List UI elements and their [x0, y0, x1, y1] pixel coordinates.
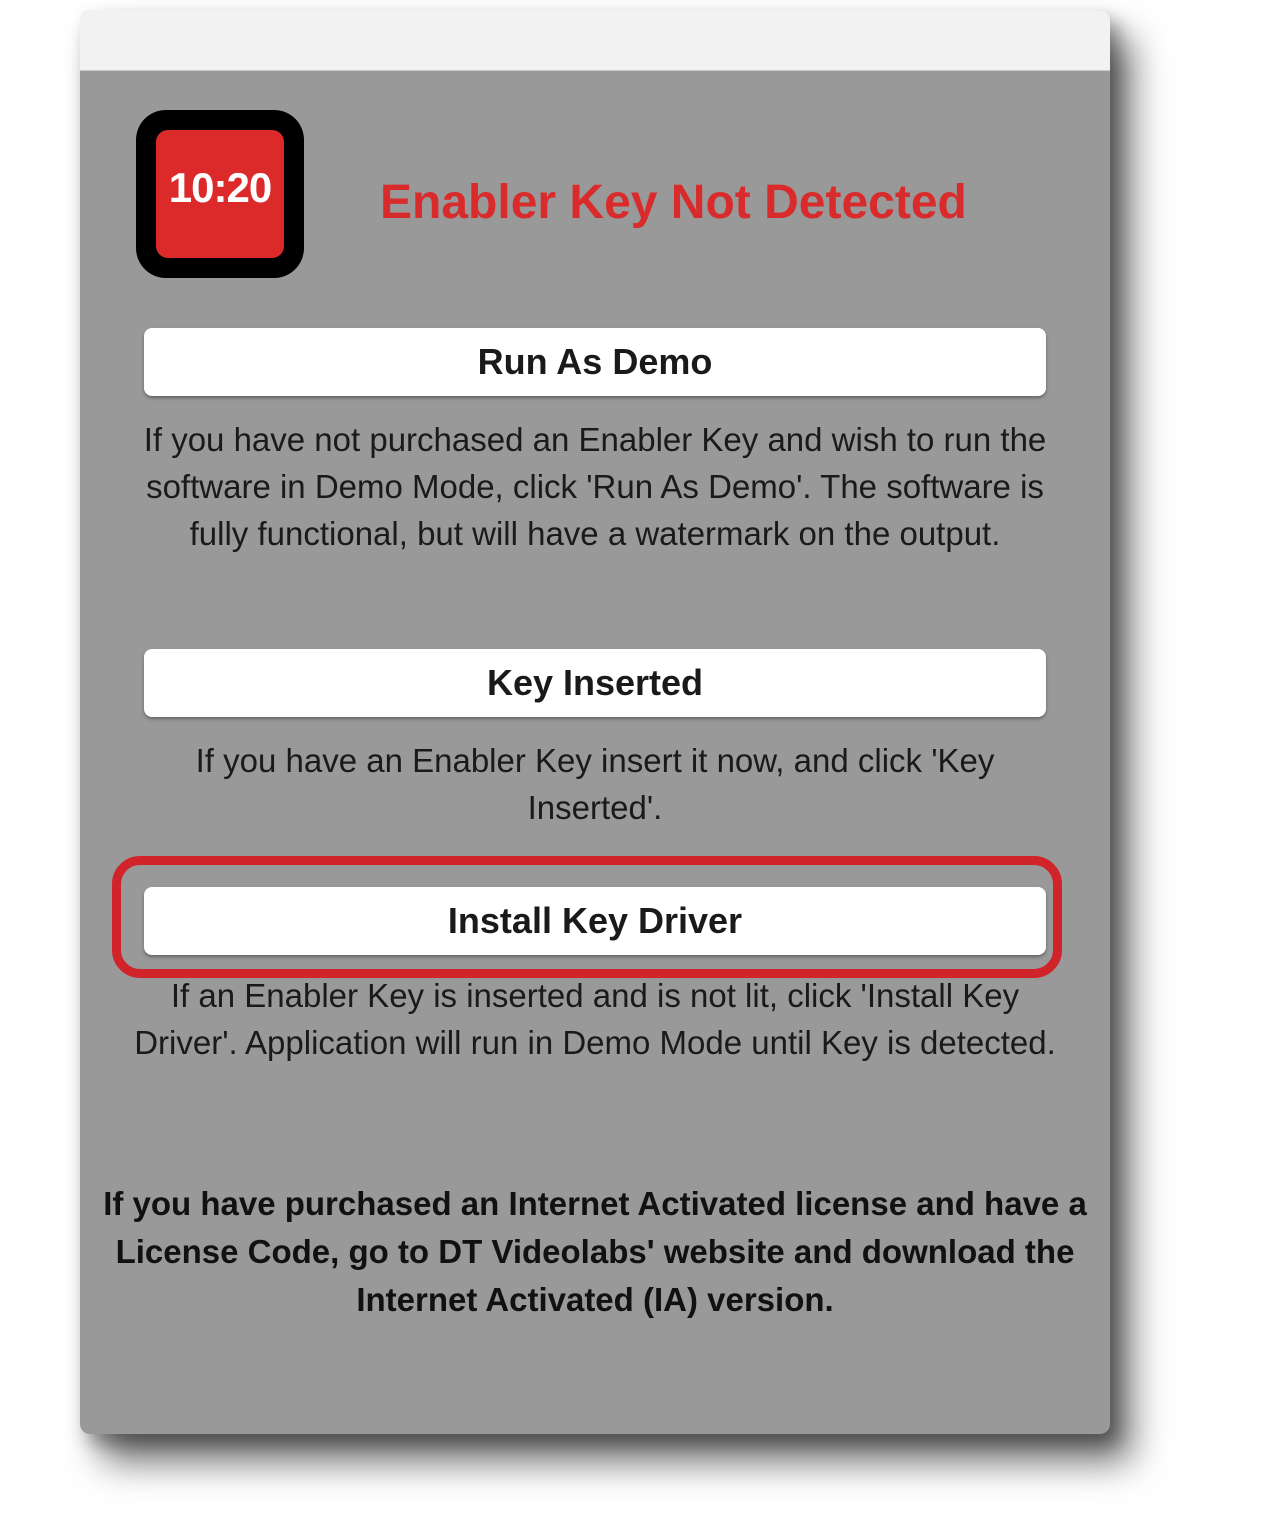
app-icon-time: 10:20 — [168, 164, 272, 211]
clock-face-icon: 10:20 — [156, 130, 284, 258]
dialog-title: Enabler Key Not Detected — [380, 176, 967, 229]
ia-license-note: If you have purchased an Internet Activa… — [103, 1185, 1087, 1318]
key-inserted-button[interactable]: Key Inserted — [144, 649, 1046, 717]
run-as-demo-description: If you have not purchased an Enabler Key… — [143, 421, 1047, 552]
key-inserted-description: If you have an Enabler Key insert it now… — [195, 742, 995, 826]
install-driver-description: If an Enabler Key is inserted and is not… — [134, 977, 1056, 1061]
app-icon: 10:20 — [136, 110, 304, 278]
dialog-window: 10:20 Enabler Key Not Detected Run As De… — [80, 10, 1110, 1434]
title-bar[interactable] — [80, 10, 1110, 71]
install-key-driver-button[interactable]: Install Key Driver — [144, 887, 1046, 955]
run-as-demo-button[interactable]: Run As Demo — [144, 328, 1046, 396]
